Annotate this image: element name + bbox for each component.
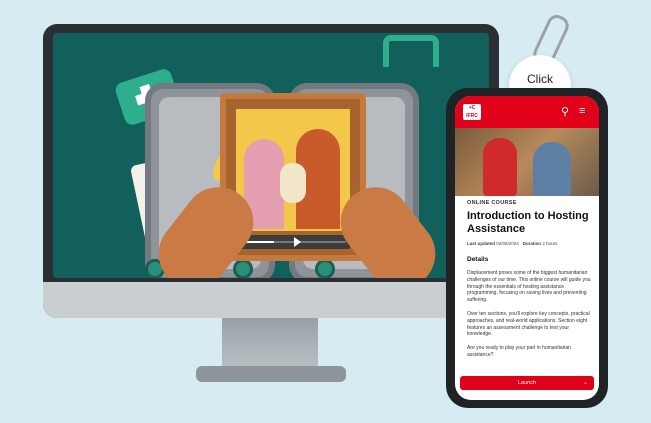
monitor-chin: [43, 282, 499, 318]
menu-icon[interactable]: ≡: [579, 105, 585, 117]
suitcase-handle: [383, 35, 439, 67]
badge-line-1: Click: [527, 72, 553, 86]
course-meta: Last updated 02/05/2024 Duration 2 hours: [467, 241, 558, 246]
course-description-2: Over ten sections, you'll explore key co…: [467, 310, 590, 338]
course-content: ONLINE COURSE Introduction to Hosting As…: [467, 198, 591, 359]
family-illustration: [236, 109, 350, 231]
chevron-down-icon: ⌄: [582, 380, 588, 386]
launch-button[interactable]: Launch ⌄: [460, 376, 594, 390]
phone-screen: +C IFRC ⚲ ≡ ONLINE COURSE Introduction to…: [455, 96, 599, 400]
wheel-icon: [233, 259, 253, 278]
details-heading: Details: [467, 256, 489, 263]
course-title: Introduction to Hosting Assistance: [467, 210, 589, 235]
wheel-icon: [315, 259, 335, 278]
course-description-3: Are you ready to play your part in human…: [467, 345, 571, 358]
illustration: Click here +CIFRC ⚲ ≡ ONLINE COURSE Intr…: [0, 0, 651, 423]
monitor-screen: [53, 33, 489, 278]
monitor-base: [196, 366, 346, 382]
ifrc-logo[interactable]: +C IFRC: [463, 104, 481, 120]
top-nav-bar: +C IFRC ⚲ ≡: [455, 96, 599, 128]
video-player-controls[interactable]: [236, 235, 350, 249]
eyebrow-label: ONLINE COURSE: [467, 200, 517, 206]
play-icon[interactable]: [294, 237, 301, 247]
search-icon[interactable]: ⚲: [561, 105, 569, 118]
monitor-stand: [222, 318, 318, 368]
course-description-1: Displacement poses some of the biggest h…: [467, 270, 591, 304]
course-hero-image: [455, 128, 599, 196]
